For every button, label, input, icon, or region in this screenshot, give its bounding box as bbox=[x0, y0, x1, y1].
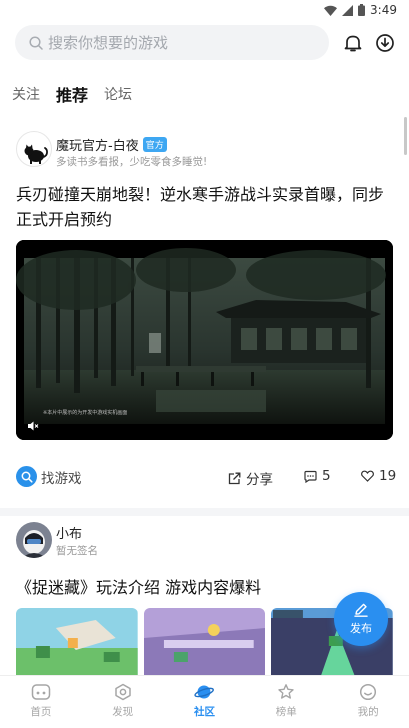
avatar-image bbox=[16, 522, 52, 558]
scrollbar[interactable] bbox=[404, 117, 407, 155]
nav-ranking[interactable]: 榜单 bbox=[245, 676, 327, 728]
gamepad-icon bbox=[31, 684, 51, 700]
publish-button[interactable]: 发布 bbox=[334, 592, 388, 646]
post-actions: 找游戏 分享 5 19 bbox=[16, 466, 396, 488]
find-game-label: 找游戏 bbox=[41, 470, 82, 487]
pen-icon bbox=[354, 603, 368, 617]
tab-recommend[interactable]: 推荐 bbox=[56, 82, 88, 106]
nav-community-label: 社区 bbox=[193, 706, 215, 718]
black-cat-icon bbox=[24, 144, 48, 164]
find-game-button[interactable]: 找游戏 bbox=[16, 466, 82, 487]
ranking-icon bbox=[278, 684, 294, 699]
search-row: 搜索你想要的游戏 bbox=[15, 25, 395, 61]
avatar[interactable] bbox=[16, 522, 52, 558]
nav-community[interactable]: 社区 bbox=[164, 676, 246, 728]
search-icon bbox=[16, 466, 37, 487]
publish-label: 发布 bbox=[350, 622, 372, 635]
nav-me[interactable]: 我的 bbox=[327, 676, 409, 728]
status-bar: 3:49 bbox=[0, 0, 409, 20]
download-icon[interactable] bbox=[375, 33, 395, 53]
author-row[interactable]: 魔玩官方-白夜 官方 多读书多看报，少吃零食多睡觉! bbox=[16, 131, 396, 168]
bottom-nav: 首页 发现 社区 榜单 我的 bbox=[0, 675, 409, 728]
author-name-text: 魔玩官方-白夜 bbox=[56, 139, 139, 154]
tab-follow[interactable]: 关注 bbox=[12, 84, 40, 104]
author-name[interactable]: 小布 bbox=[56, 523, 82, 542]
like-count: 19 bbox=[379, 468, 397, 484]
discover-icon bbox=[114, 683, 131, 701]
feed-divider bbox=[0, 508, 409, 516]
post-image[interactable] bbox=[143, 608, 266, 676]
search-icon bbox=[29, 35, 43, 50]
signal-icon bbox=[342, 4, 354, 16]
planet-icon bbox=[194, 685, 215, 699]
feed-tabs: 关注 推荐 论坛 bbox=[12, 82, 132, 106]
search-input[interactable]: 搜索你想要的游戏 bbox=[15, 25, 329, 60]
post-title[interactable]: 兵刃碰撞天崩地裂！逆水寒手游战斗实录首曝，同步正式开启预约 bbox=[16, 182, 392, 232]
share-icon bbox=[228, 472, 241, 484]
nav-ranking-label: 榜单 bbox=[275, 706, 297, 718]
tab-forum[interactable]: 论坛 bbox=[104, 84, 132, 104]
avatar[interactable] bbox=[16, 131, 52, 167]
heart-icon bbox=[361, 470, 374, 482]
status-icons: 3:49 bbox=[324, 3, 397, 17]
nav-discover-label: 发现 bbox=[112, 706, 134, 718]
bell-icon[interactable] bbox=[343, 33, 363, 53]
author-signature: 多读书多看报，少吃零食多睡觉! bbox=[56, 156, 208, 168]
status-time: 3:49 bbox=[370, 3, 397, 17]
nav-home-label: 首页 bbox=[30, 706, 52, 718]
video-caption: ※本片中展示的为开发中游戏实机画面 bbox=[43, 410, 128, 416]
video-player[interactable]: ※本片中展示的为开发中游戏实机画面 bbox=[16, 240, 393, 440]
nav-home[interactable]: 首页 bbox=[0, 676, 82, 728]
share-label: 分享 bbox=[246, 472, 273, 488]
comment-count: 5 bbox=[322, 468, 331, 484]
battery-icon bbox=[358, 4, 366, 16]
nav-discover[interactable]: 发现 bbox=[82, 676, 164, 728]
author-name[interactable]: 魔玩官方-白夜 官方 bbox=[56, 135, 167, 154]
mute-icon[interactable] bbox=[27, 420, 39, 432]
post-image[interactable] bbox=[16, 608, 138, 676]
comment-icon bbox=[304, 470, 317, 483]
author-signature: 暂无签名 bbox=[56, 545, 98, 557]
post-title[interactable]: 《捉迷藏》玩法介绍 游戏内容爆料 bbox=[16, 574, 261, 598]
comment-button[interactable]: 5 bbox=[304, 468, 331, 484]
share-button[interactable]: 分享 bbox=[228, 468, 273, 488]
like-button[interactable]: 19 bbox=[361, 468, 396, 484]
wifi-icon bbox=[324, 5, 338, 16]
smile-icon bbox=[360, 683, 377, 701]
official-badge: 官方 bbox=[142, 137, 167, 152]
nav-me-label: 我的 bbox=[357, 706, 379, 718]
search-placeholder: 搜索你想要的游戏 bbox=[48, 34, 169, 52]
